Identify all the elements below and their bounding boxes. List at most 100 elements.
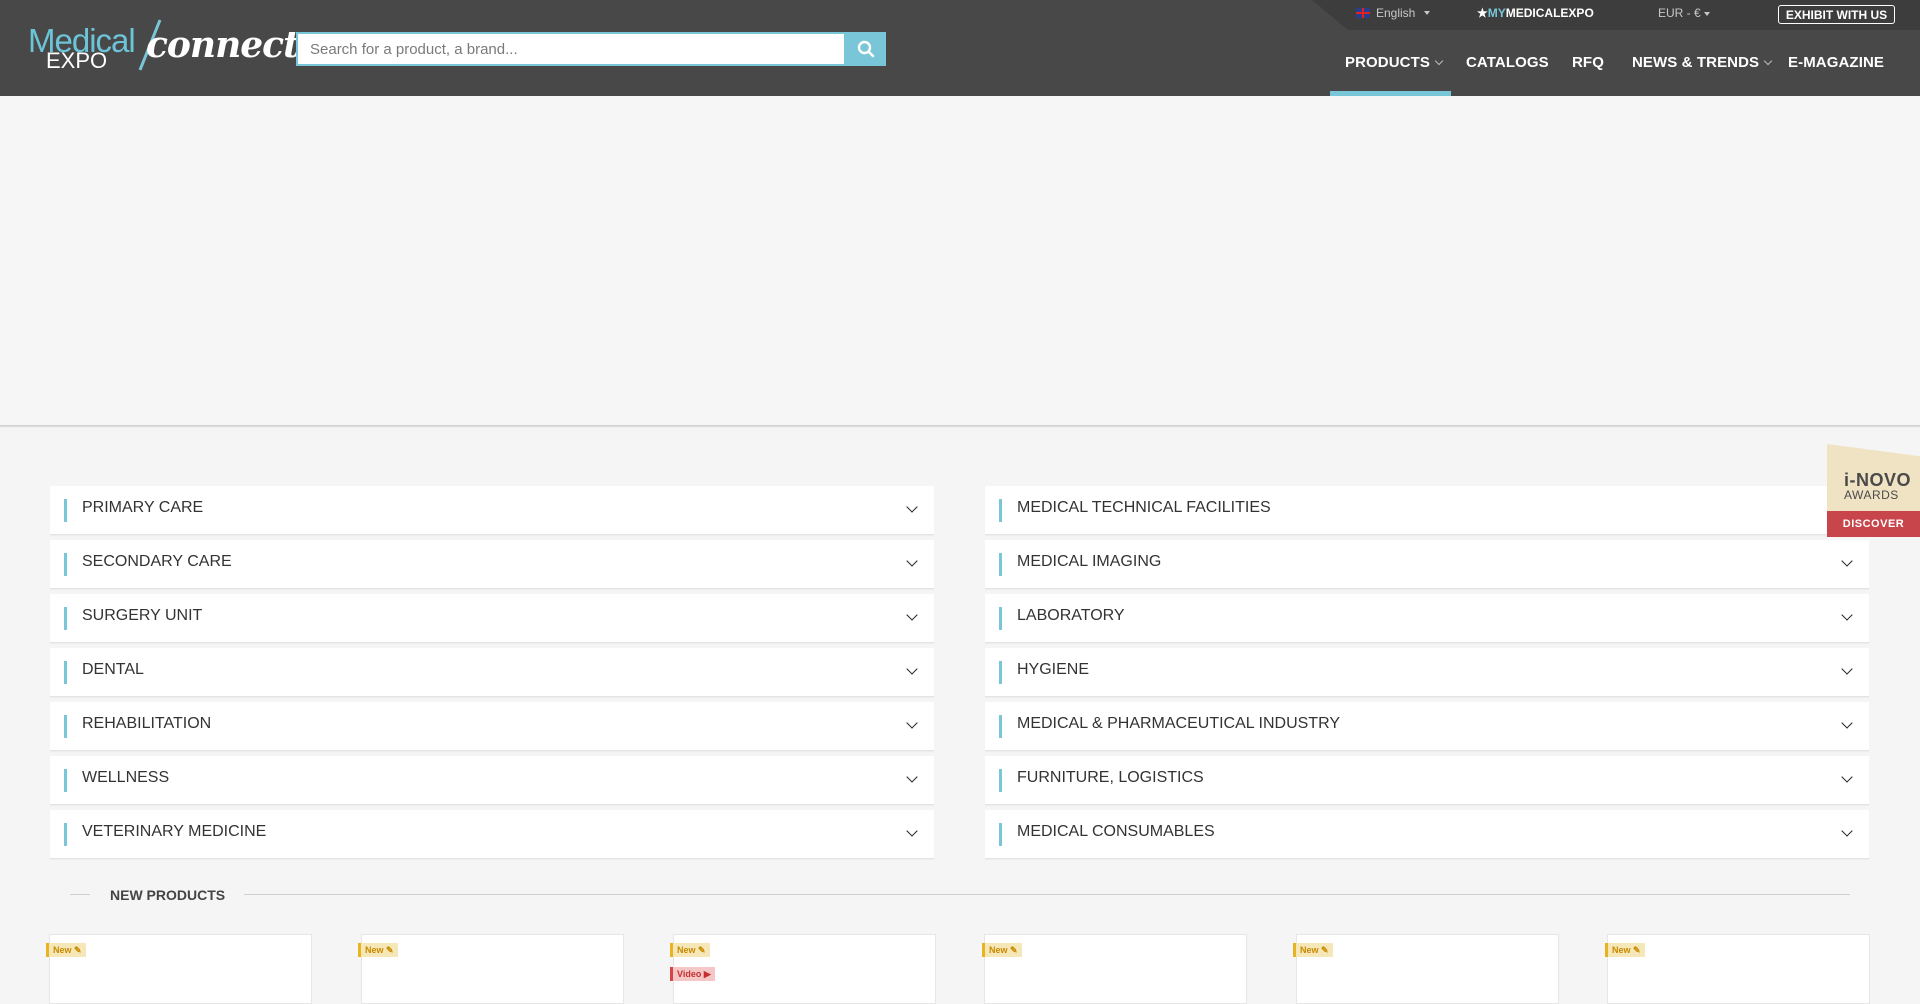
star-icon: ★ <box>1477 6 1488 20</box>
new-badge: New ✎ <box>358 943 398 957</box>
nav-catalogs[interactable]: CATALOGS <box>1466 54 1549 71</box>
caret-down-icon <box>1703 11 1710 16</box>
category-accent-bar <box>64 715 67 738</box>
medicalexpo-connect-logo[interactable]: Medical EXPO connect <box>28 19 300 73</box>
language-selector[interactable]: English <box>1356 6 1431 20</box>
video-badge: Video ▶ <box>670 967 715 981</box>
chevron-down-icon <box>906 663 918 675</box>
category-veterinary-medicine[interactable]: VETERINARY MEDICINE <box>50 810 934 859</box>
nav-e-magazine[interactable]: E-MAGAZINE <box>1788 54 1884 71</box>
category-hygiene[interactable]: HYGIENE <box>985 648 1869 697</box>
video-badge-label: Video <box>677 969 702 979</box>
category-accent-bar <box>64 769 67 792</box>
tag-icon: ✎ <box>1633 944 1641 955</box>
new-badge: New ✎ <box>670 943 710 957</box>
new-badge-label: New <box>1300 945 1319 955</box>
category-accent-bar <box>64 499 67 522</box>
nav-news-trends[interactable]: NEWS & TRENDS <box>1632 54 1773 71</box>
category-accent-bar <box>999 769 1002 792</box>
search-icon <box>857 40 875 58</box>
product-card[interactable] <box>1296 934 1559 1004</box>
category-rehabilitation[interactable]: REHABILITATION <box>50 702 934 751</box>
category-accent-bar <box>64 553 67 576</box>
category-laboratory[interactable]: LABORATORY <box>985 594 1869 643</box>
nav-rfq[interactable]: RFQ <box>1572 54 1604 71</box>
my-suffix: MEDICALEXPO <box>1505 6 1594 20</box>
category-wellness[interactable]: WELLNESS <box>50 756 934 805</box>
section-divider <box>70 894 90 895</box>
category-label: MEDICAL & PHARMACEUTICAL INDUSTRY <box>1017 715 1341 732</box>
chevron-down-icon <box>1434 56 1444 66</box>
chevron-down-icon <box>906 771 918 783</box>
chevron-down-icon <box>1841 555 1853 567</box>
category-label: DENTAL <box>82 661 144 678</box>
language-label: English <box>1376 6 1416 20</box>
new-badge: New ✎ <box>982 943 1022 957</box>
inovo-discover-button[interactable]: DISCOVER <box>1827 511 1920 537</box>
chevron-down-icon <box>906 501 918 513</box>
section-divider <box>244 894 1850 895</box>
nav-products[interactable]: PRODUCTS <box>1345 54 1444 71</box>
banner-divider <box>0 425 1920 428</box>
category-primary-care[interactable]: PRIMARY CARE <box>50 486 934 535</box>
play-icon: ▶ <box>703 968 711 979</box>
currency-selector[interactable]: EUR - € <box>1658 6 1710 20</box>
my-prefix: MY <box>1487 6 1506 20</box>
new-badge: New ✎ <box>1293 943 1333 957</box>
category-medical-imaging[interactable]: MEDICAL IMAGING <box>985 540 1869 589</box>
product-card[interactable] <box>361 934 624 1004</box>
category-accent-bar <box>999 499 1002 522</box>
product-card[interactable] <box>49 934 312 1004</box>
new-badge-label: New <box>1612 945 1631 955</box>
chevron-down-icon <box>906 717 918 729</box>
chevron-down-icon <box>906 609 918 621</box>
search-bar <box>296 32 886 66</box>
chevron-down-icon <box>1763 56 1773 66</box>
category-surgery-unit[interactable]: SURGERY UNIT <box>50 594 934 643</box>
hero-banner <box>0 96 1920 426</box>
category-label: LABORATORY <box>1017 607 1125 624</box>
new-badge-label: New <box>677 945 696 955</box>
category-label: FURNITURE, LOGISTICS <box>1017 769 1204 786</box>
category-label: SECONDARY CARE <box>82 553 232 570</box>
category-secondary-care[interactable]: SECONDARY CARE <box>50 540 934 589</box>
search-input[interactable] <box>296 32 846 66</box>
category-accent-bar <box>64 823 67 846</box>
search-button[interactable] <box>846 32 886 66</box>
category-label: SURGERY UNIT <box>82 607 203 624</box>
product-card[interactable] <box>984 934 1247 1004</box>
chevron-down-icon <box>1841 663 1853 675</box>
category-accent-bar <box>999 823 1002 846</box>
tag-icon: ✎ <box>1010 944 1018 955</box>
currency-label: EUR - € <box>1658 6 1701 20</box>
category-accent-bar <box>999 715 1002 738</box>
new-badge-label: New <box>365 945 384 955</box>
exhibit-with-us-button[interactable]: EXHIBIT WITH US <box>1778 5 1895 24</box>
category-medical-technical-facilities[interactable]: MEDICAL TECHNICAL FACILITIES <box>985 486 1869 535</box>
category-label: VETERINARY MEDICINE <box>82 823 267 840</box>
nav-news-label: NEWS & TRENDS <box>1632 54 1760 71</box>
chevron-down-icon <box>1841 717 1853 729</box>
category-dental[interactable]: DENTAL <box>50 648 934 697</box>
category-label: WELLNESS <box>82 769 170 786</box>
logo-expo-text: EXPO <box>46 48 108 73</box>
inovo-awards-badge[interactable]: i-NOVO AWARDS DISCOVER <box>1827 444 1920 537</box>
chevron-down-icon <box>1841 825 1853 837</box>
new-badge-label: New <box>53 945 72 955</box>
new-products-heading: NEW PRODUCTS <box>110 887 226 903</box>
category-label: MEDICAL IMAGING <box>1017 553 1162 570</box>
chevron-down-icon <box>1841 771 1853 783</box>
category-medical-consumables[interactable]: MEDICAL CONSUMABLES <box>985 810 1869 859</box>
new-badge: New ✎ <box>46 943 86 957</box>
my-medicalexpo-link[interactable]: ★MYMEDICALEXPO <box>1477 6 1594 20</box>
product-card[interactable] <box>1607 934 1870 1004</box>
category-medical-pharmaceutical-industry[interactable]: MEDICAL & PHARMACEUTICAL INDUSTRY <box>985 702 1869 751</box>
category-accent-bar <box>64 661 67 684</box>
category-accent-bar <box>999 607 1002 630</box>
caret-down-icon <box>1424 11 1431 15</box>
tag-icon: ✎ <box>74 944 82 955</box>
category-label: PRIMARY CARE <box>82 499 204 516</box>
category-accent-bar <box>999 661 1002 684</box>
new-badge: New ✎ <box>1605 943 1645 957</box>
category-furniture-logistics[interactable]: FURNITURE, LOGISTICS <box>985 756 1869 805</box>
